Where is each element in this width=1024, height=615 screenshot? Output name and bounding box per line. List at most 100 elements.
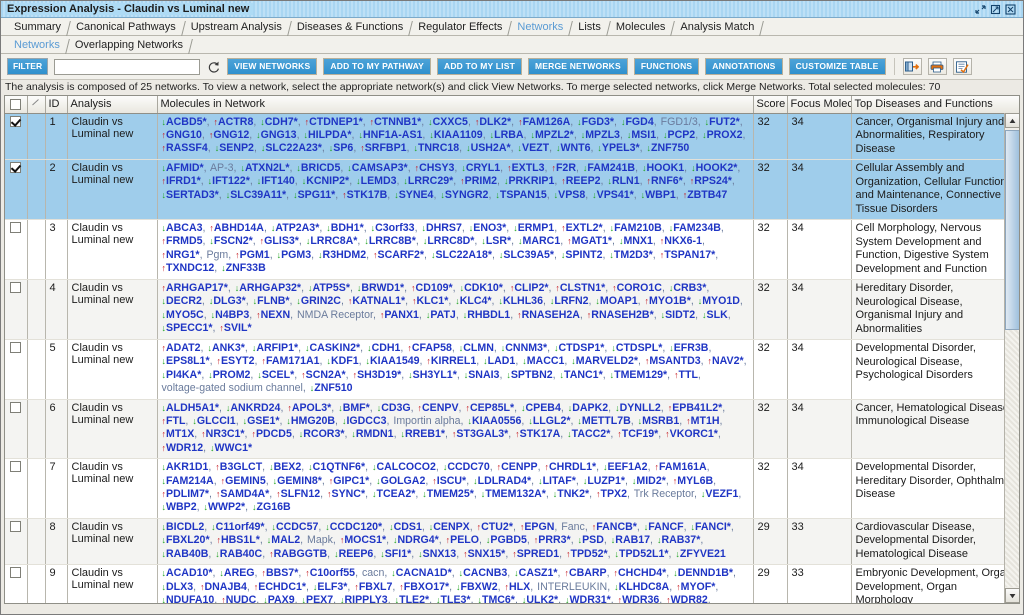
molecule-label[interactable]: DAPK2 bbox=[572, 402, 608, 414]
molecule-label[interactable]: DYNLL2 bbox=[620, 402, 661, 414]
molecule-item[interactable]: ↓TLE2*, bbox=[395, 594, 432, 603]
molecule-label[interactable]: RAB37* bbox=[661, 534, 700, 546]
molecule-label[interactable]: HMG20B bbox=[291, 415, 335, 427]
molecule-item[interactable]: ↓RREB1*, bbox=[400, 428, 448, 440]
molecule-item[interactable]: ↑EXTL3, bbox=[507, 162, 547, 174]
molecule-item[interactable]: ↓FANCI*, bbox=[691, 521, 734, 533]
molecule-label[interactable]: FLNB* bbox=[257, 295, 289, 307]
molecule-item[interactable]: ↓ERMP1, bbox=[513, 222, 557, 234]
molecule-label[interactable]: ECHDC1* bbox=[258, 581, 306, 593]
molecule-label[interactable]: SERTAD3* bbox=[166, 189, 219, 201]
molecule-item[interactable]: ↓DLX3, bbox=[162, 581, 197, 593]
molecule-item[interactable]: Mapk, bbox=[307, 534, 336, 546]
molecule-label[interactable]: PANX1 bbox=[384, 309, 419, 321]
molecule-label[interactable]: ZFYVE21 bbox=[680, 548, 726, 560]
molecule-label[interactable]: MYO1B* bbox=[649, 295, 691, 307]
molecule-item[interactable]: ↑SRFBP1, bbox=[360, 142, 409, 154]
molecule-label[interactable]: ACTR8 bbox=[218, 116, 253, 128]
molecule-item[interactable]: ↓RAB37*, bbox=[657, 534, 703, 546]
molecule-label[interactable]: SNX13 bbox=[423, 548, 457, 560]
molecule-label[interactable]: C3orf33 bbox=[375, 222, 414, 234]
molecule-label[interactable]: GIPC1* bbox=[333, 475, 369, 487]
molecule-item[interactable]: ↓PAX9, bbox=[263, 594, 297, 603]
molecule-label[interactable]: STK17A bbox=[520, 428, 561, 440]
molecule-item[interactable]: ↓IGDCC3, bbox=[342, 415, 389, 427]
molecule-label[interactable]: NAV2* bbox=[712, 355, 744, 367]
molecule-item[interactable]: ↓EPS8L1*, bbox=[162, 355, 213, 367]
molecule-item[interactable]: ↓ARFIP1*, bbox=[252, 342, 301, 354]
molecule-label[interactable]: TPX2 bbox=[601, 488, 628, 500]
row-checkbox[interactable] bbox=[10, 115, 22, 127]
molecule-label[interactable]: MT1H bbox=[691, 415, 720, 427]
table-row[interactable]: 1 Claudin vs Luminal new ↓ACBD5*, ↑ACTR8, … bbox=[5, 113, 1019, 160]
row-checkbox[interactable] bbox=[10, 342, 22, 353]
molecule-label[interactable]: PELO bbox=[450, 534, 479, 546]
molecule-label[interactable]: LRRC29* bbox=[408, 175, 453, 187]
molecule-label[interactable]: N4BP3 bbox=[215, 309, 249, 321]
molecule-label[interactable]: GOLGA2 bbox=[381, 475, 426, 487]
molecule-label[interactable]: FAM210B bbox=[614, 222, 662, 234]
molecule-item[interactable]: ↓CASZ1*, bbox=[514, 567, 560, 579]
molecule-label[interactable]: CDK10* bbox=[464, 282, 503, 294]
molecule-label[interactable]: SPRED1 bbox=[517, 548, 559, 560]
molecule-item[interactable]: ↓CALCOCO2, bbox=[372, 461, 439, 473]
molecule-label[interactable]: CACNA1D* bbox=[396, 567, 452, 579]
molecule-item[interactable]: ↑NEXN, bbox=[256, 309, 293, 321]
molecule-item[interactable]: ↓CDS1, bbox=[389, 521, 425, 533]
table-row[interactable]: 4 Claudin vs Luminal new ↑ARHGAP17*, ↓ARHG… bbox=[5, 279, 1019, 340]
molecule-label[interactable]: MGAT1* bbox=[572, 235, 612, 247]
molecule-label[interactable]: SLFN12 bbox=[281, 488, 320, 500]
molecule-label[interactable]: SYNE4 bbox=[399, 189, 434, 201]
molecule-item[interactable]: Fanc, bbox=[561, 521, 588, 533]
molecule-label[interactable]: C11orf49* bbox=[216, 521, 265, 533]
molecule-label[interactable]: MSI1 bbox=[631, 129, 656, 141]
molecule-item[interactable]: ↓MNX1, bbox=[619, 235, 656, 247]
header-id[interactable]: ID bbox=[45, 96, 68, 114]
molecule-item[interactable]: ↑DLK2*, bbox=[475, 116, 514, 128]
molecule-item[interactable]: ↑PRR3*, bbox=[534, 534, 574, 546]
molecule-label[interactable]: SLC22A23* bbox=[265, 142, 322, 154]
molecule-item[interactable]: ↓ALDH5A1*, bbox=[162, 402, 222, 414]
molecule-item[interactable]: ↓CAMSAP3*, bbox=[347, 162, 410, 174]
molecule-item[interactable]: ↑WDR82, bbox=[666, 594, 711, 603]
molecule-item[interactable]: ↓MACC1, bbox=[522, 355, 567, 367]
molecule-label[interactable]: EFR3B bbox=[674, 342, 709, 354]
table-row[interactable]: 7 Claudin vs Luminal new ↓AKR1D1, ↑B3GLCT,… bbox=[5, 458, 1019, 519]
molecule-item[interactable]: ↑CTNNB1*, bbox=[370, 116, 425, 128]
molecule-item[interactable]: ↓MYO5C, bbox=[162, 309, 207, 321]
molecule-label[interactable]: TPD52* bbox=[571, 548, 608, 560]
molecule-label[interactable]: CTDSP1* bbox=[558, 342, 604, 354]
molecule-label[interactable]: FAM214A bbox=[166, 475, 214, 487]
molecule-label[interactable]: LDLRAD4* bbox=[478, 475, 532, 487]
molecule-label[interactable]: PGM3 bbox=[281, 249, 311, 261]
molecule-label[interactable]: NR3C1* bbox=[206, 428, 245, 440]
molecule-item[interactable]: ↓MID2*, bbox=[632, 475, 669, 487]
molecule-label[interactable]: LUZP1* bbox=[587, 475, 625, 487]
row-select-cell[interactable] bbox=[5, 564, 28, 603]
molecule-label[interactable]: CDH1 bbox=[372, 342, 401, 354]
molecule-item[interactable]: ↓HNF1A-AS1, bbox=[358, 129, 425, 141]
scroll-up-button[interactable] bbox=[1005, 113, 1019, 128]
molecule-label[interactable]: SVIL* bbox=[224, 322, 252, 334]
molecule-item[interactable]: ↓VPS41*, bbox=[592, 189, 637, 201]
molecule-item[interactable]: ↓DYNLL2, bbox=[615, 402, 664, 414]
molecule-label[interactable]: FTL bbox=[166, 415, 185, 427]
molecule-label[interactable]: MYL6B bbox=[677, 475, 713, 487]
tab-analysis-match[interactable]: Analysis Match bbox=[673, 20, 762, 35]
molecule-label[interactable]: VPS8 bbox=[558, 189, 585, 201]
molecule-label[interactable]: TSPAN17* bbox=[664, 249, 715, 261]
refresh-icon[interactable] bbox=[206, 59, 221, 74]
molecule-label[interactable]: HLX bbox=[509, 581, 530, 593]
molecule-label[interactable]: TSPAN15 bbox=[500, 189, 547, 201]
molecule-item[interactable]: ↓PGBD5, bbox=[486, 534, 530, 546]
molecule-label[interactable]: HBS1L* bbox=[221, 534, 260, 546]
molecule-label[interactable]: FBXW2 bbox=[461, 581, 498, 593]
molecule-label[interactable]: ACAD10* bbox=[166, 567, 213, 579]
molecule-item[interactable]: ↓DLG3*, bbox=[209, 295, 249, 307]
molecule-label[interactable]: KATNAL1* bbox=[352, 295, 405, 307]
molecule-label[interactable]: TCF19* bbox=[622, 428, 659, 440]
molecule-label[interactable]: WDR12 bbox=[166, 442, 203, 454]
molecule-label[interactable]: SAMD4A* bbox=[220, 488, 269, 500]
molecule-label[interactable]: SIDT2 bbox=[665, 309, 695, 321]
molecule-label[interactable]: ESYT2 bbox=[221, 355, 255, 367]
